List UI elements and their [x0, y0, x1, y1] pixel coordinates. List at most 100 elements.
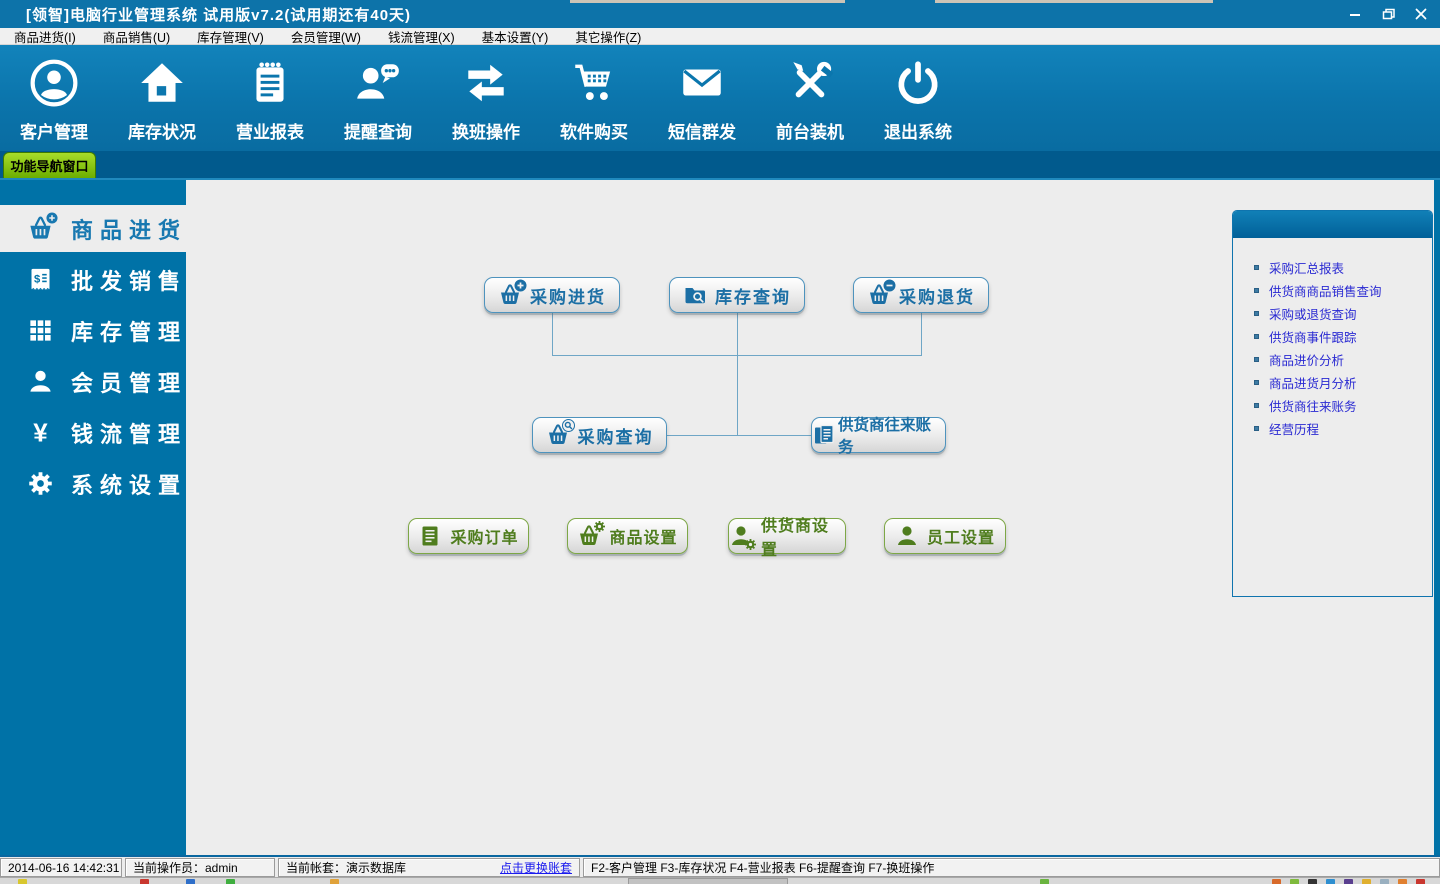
toolbar-customer-management[interactable]: 客户管理 [0, 45, 108, 151]
quick-links-panel-header[interactable] [1233, 211, 1432, 238]
menu-bar: 商品进货(I) 商品销售(U) 库存管理(V) 会员管理(W) 钱流管理(X) … [0, 28, 1440, 45]
member-icon [27, 368, 54, 395]
flow-button-label: 供货商往来账务 [838, 417, 932, 456]
taskbar-tray-icon[interactable] [1272, 879, 1281, 884]
bullet-icon [1254, 288, 1259, 293]
reminder-icon [353, 58, 403, 113]
toolbar-shift-change[interactable]: 换班操作 [432, 45, 540, 151]
purchase-in-button[interactable]: 采购进货 [484, 277, 620, 313]
sidebar-item-member-management[interactable]: 会员管理 [0, 358, 186, 405]
supplier-account-button[interactable]: 供货商往来账务 [811, 417, 946, 456]
quick-link-purchase-summary-report[interactable]: 采购汇总报表 [1254, 256, 1432, 279]
basket-minus-icon [867, 283, 891, 307]
tab-band: 功能导航窗口 [0, 151, 1440, 180]
taskbar-tray-icon[interactable] [1416, 879, 1425, 884]
quick-link-monthly-purchase-analysis[interactable]: 商品进货月分析 [1254, 371, 1432, 394]
mail-icon [677, 58, 727, 113]
quick-link-supplier-product-sales-query[interactable]: 供货商商品销售查询 [1254, 279, 1432, 302]
swap-arrows-icon [461, 58, 511, 113]
background-window-edge [570, 0, 845, 3]
close-icon[interactable] [1414, 7, 1428, 21]
document-icon [418, 524, 442, 548]
tab-function-navigation[interactable]: 功能导航窗口 [3, 152, 96, 178]
status-operator: 当前操作员：admin [125, 858, 275, 877]
toolbar-front-desk-assembly[interactable]: 前台装机 [756, 45, 864, 151]
quick-links-panel: 采购汇总报表 供货商商品销售查询 采购或退货查询 供货商事件跟踪 商品进价分析 … [1232, 210, 1433, 597]
bullet-icon [1254, 426, 1259, 431]
cart-icon [569, 58, 619, 113]
flow-button-label: 采购查询 [577, 427, 654, 447]
bullet-icon [1254, 265, 1259, 270]
taskbar-icon[interactable] [1040, 879, 1049, 884]
menu-item-settings[interactable]: 基本设置(Y) [476, 27, 555, 46]
purchase-order-button[interactable]: 采购订单 [408, 518, 529, 554]
sidebar-item-system-settings[interactable]: 系统设置 [0, 460, 186, 507]
yuan-icon [27, 419, 54, 446]
menu-item-inventory[interactable]: 库存管理(V) [191, 27, 270, 46]
flow-button-label: 采购退货 [899, 287, 975, 307]
toolbar-exit-system[interactable]: 退出系统 [864, 45, 972, 151]
quick-link-business-history[interactable]: 经营历程 [1254, 417, 1432, 440]
taskbar-tray-icon[interactable] [1308, 879, 1317, 884]
toolbar-reminder-query[interactable]: 提醒查询 [324, 45, 432, 151]
user-circle-icon [29, 58, 79, 113]
toolbar-business-report[interactable]: 营业报表 [216, 45, 324, 151]
quick-link-purchase-price-analysis[interactable]: 商品进价分析 [1254, 348, 1432, 371]
window-right-edge [1434, 180, 1440, 855]
bullet-icon [1254, 311, 1259, 316]
toolbar-label: 退出系统 [884, 123, 952, 142]
minimize-icon[interactable] [1348, 7, 1362, 21]
menu-item-other[interactable]: 其它操作(Z) [569, 27, 647, 46]
background-window-edge [935, 0, 1213, 3]
taskbar-tray-icon[interactable] [1344, 879, 1353, 884]
employee-settings-button[interactable]: 员工设置 [884, 518, 1006, 554]
sidebar-item-inventory-management[interactable]: 库存管理 [0, 307, 186, 354]
flow-button-label: 员工设置 [926, 530, 995, 547]
maximize-icon[interactable] [1381, 7, 1395, 21]
invoice-icon [27, 266, 54, 293]
supplier-settings-button[interactable]: 供货商设置 [728, 518, 846, 559]
taskbar-icon[interactable] [330, 879, 339, 884]
taskbar-icon[interactable] [140, 879, 149, 884]
menu-item-members[interactable]: 会员管理(W) [285, 27, 367, 46]
basket-plus-icon [27, 215, 54, 242]
documents-icon [812, 423, 836, 447]
menu-item-cashflow[interactable]: 钱流管理(X) [382, 27, 461, 46]
taskbar-icon[interactable] [186, 879, 195, 884]
quick-link-supplier-accounts[interactable]: 供货商往来账务 [1254, 394, 1432, 417]
taskbar-icon[interactable] [18, 879, 27, 884]
bullet-icon [1254, 380, 1259, 385]
product-settings-button[interactable]: 商品设置 [567, 518, 688, 554]
menu-item-sales[interactable]: 商品销售(U) [97, 27, 176, 46]
menu-item-purchase[interactable]: 商品进货(I) [8, 27, 82, 46]
taskbar-tray-icon[interactable] [1326, 879, 1335, 884]
taskbar-active-task[interactable] [628, 878, 788, 884]
toolbar-stock-status[interactable]: 库存状况 [108, 45, 216, 151]
sidebar-item-wholesale-sales[interactable]: 批发销售 [0, 256, 186, 303]
quick-link-purchase-or-return-query[interactable]: 采购或退货查询 [1254, 302, 1432, 325]
toolbar-label: 前台装机 [776, 123, 844, 142]
report-icon [245, 58, 295, 113]
window-title: [领智]电脑行业管理系统 试用版v7.2(试用期还有40天) [26, 6, 412, 24]
power-icon [893, 58, 943, 113]
toolbar-sms-broadcast[interactable]: 短信群发 [648, 45, 756, 151]
grid-icon [27, 317, 54, 344]
toolbar-label: 软件购买 [560, 123, 628, 142]
stock-query-button[interactable]: 库存查询 [669, 277, 805, 313]
taskbar-tray-icon[interactable] [1290, 879, 1299, 884]
taskbar-tray-icon[interactable] [1362, 879, 1371, 884]
sidebar-item-product-purchase[interactable]: 商品进货 [0, 205, 196, 252]
toolbar-software-purchase[interactable]: 软件购买 [540, 45, 648, 151]
flow-button-label: 库存查询 [715, 287, 791, 307]
taskbar-tray-icon[interactable] [1380, 879, 1389, 884]
toolbar-label: 客户管理 [20, 123, 88, 142]
flow-connector [737, 313, 738, 355]
quick-link-supplier-event-tracking[interactable]: 供货商事件跟踪 [1254, 325, 1432, 348]
purchase-return-button[interactable]: 采购退货 [853, 277, 989, 313]
switch-account-link[interactable]: 点击更换账套 [500, 859, 572, 876]
taskbar-tray-icon[interactable] [1398, 879, 1407, 884]
sidebar-item-cashflow-management[interactable]: 钱流管理 [0, 409, 186, 456]
purchase-query-button[interactable]: 采购查询 [532, 417, 667, 453]
flow-connector [921, 313, 922, 355]
taskbar-icon[interactable] [226, 879, 235, 884]
